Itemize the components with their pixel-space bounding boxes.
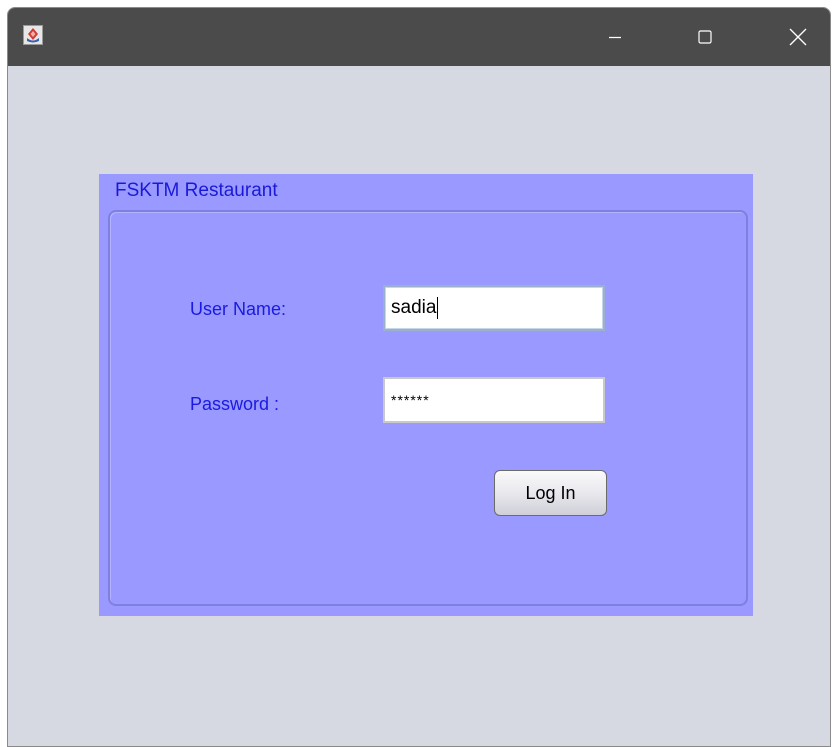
java-cup-icon bbox=[23, 25, 43, 45]
password-input[interactable]: ****** bbox=[383, 377, 605, 423]
close-icon bbox=[789, 28, 807, 46]
username-input[interactable]: sadia bbox=[383, 285, 605, 331]
text-caret bbox=[437, 296, 439, 319]
title-bar[interactable] bbox=[8, 8, 830, 66]
login-button[interactable]: Log In bbox=[494, 470, 607, 516]
login-window: FSKTM Restaurant User Name: sadia Passwo… bbox=[8, 8, 830, 746]
maximize-icon bbox=[698, 30, 712, 44]
minimize-button[interactable] bbox=[587, 8, 643, 66]
minimize-icon bbox=[609, 36, 621, 39]
close-button[interactable] bbox=[770, 8, 826, 66]
window-content: FSKTM Restaurant User Name: sadia Passwo… bbox=[8, 66, 830, 746]
username-label: User Name: bbox=[190, 299, 287, 319]
panel-title: FSKTM Restaurant bbox=[115, 180, 278, 201]
maximize-button[interactable] bbox=[677, 8, 733, 66]
password-mask: ****** bbox=[391, 392, 430, 408]
login-panel: FSKTM Restaurant User Name: sadia Passwo… bbox=[99, 174, 753, 616]
password-label: Password : bbox=[190, 394, 280, 414]
username-value: sadia bbox=[391, 297, 437, 319]
